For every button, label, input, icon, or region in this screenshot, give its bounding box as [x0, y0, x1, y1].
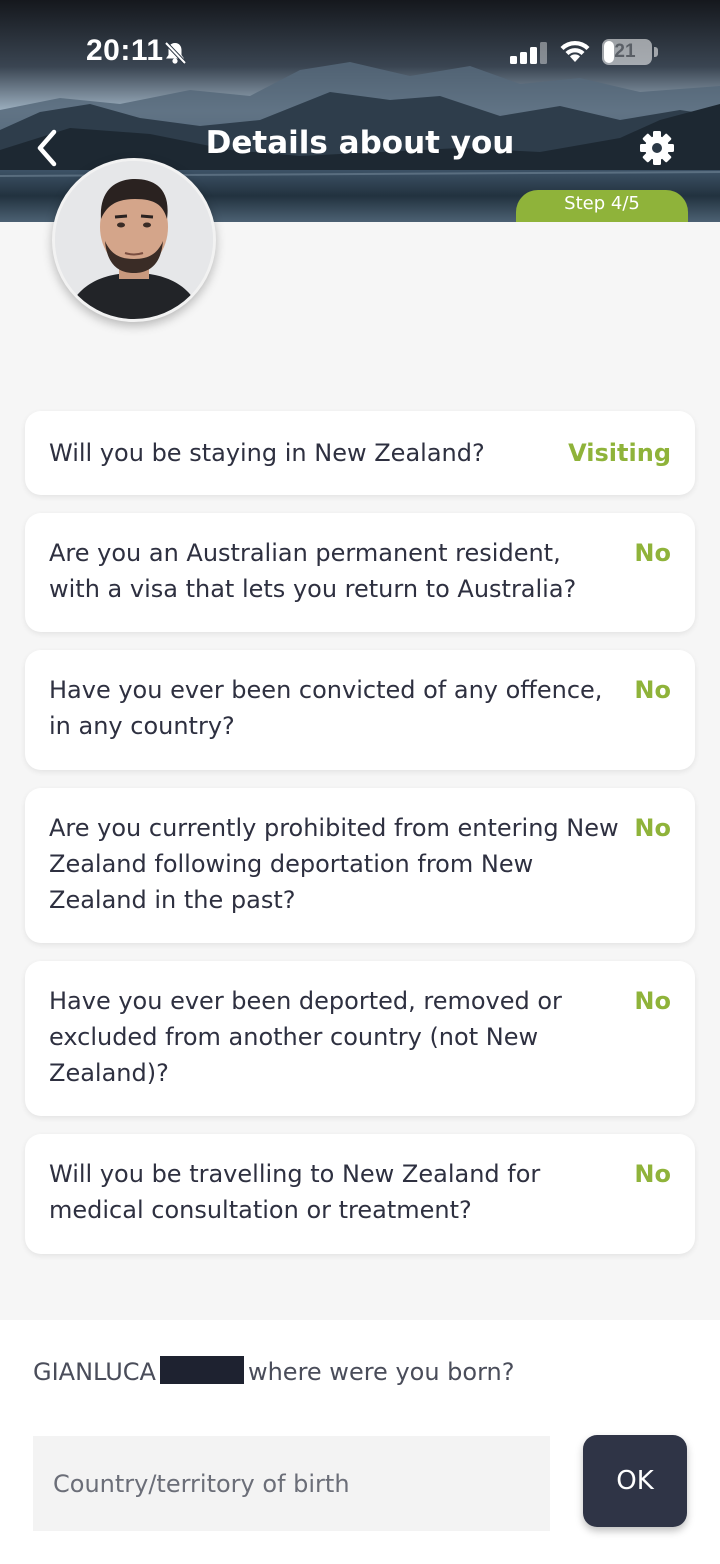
- country-of-birth-input[interactable]: [33, 1436, 550, 1531]
- question-text: Will you be travelling to New Zealand fo…: [49, 1160, 541, 1224]
- gear-icon[interactable]: [636, 127, 678, 169]
- ok-button[interactable]: OK: [583, 1435, 687, 1527]
- question-card-medical[interactable]: Will you be travelling to New Zealand fo…: [25, 1134, 695, 1254]
- answer-value: Visiting: [568, 439, 671, 467]
- question-card-convicted[interactable]: Have you ever been convicted of any offe…: [25, 650, 695, 770]
- first-name: GIANLUCA: [33, 1358, 156, 1386]
- question-text: Will you be staying in New Zealand?: [49, 439, 485, 467]
- battery-indicator: 21: [602, 39, 652, 65]
- question-text: Are you an Australian permanent resident…: [49, 539, 577, 603]
- answer-value: No: [634, 987, 671, 1015]
- answer-value: No: [634, 1160, 671, 1188]
- question-text: Have you ever been deported, removed or …: [49, 987, 562, 1087]
- avatar: [52, 158, 216, 322]
- question-text: Have you ever been convicted of any offe…: [49, 676, 603, 740]
- question-text: Are you currently prohibited from enteri…: [49, 814, 619, 914]
- page-title: Details about you: [205, 125, 515, 161]
- birthplace-panel: GIANLUCA where were you born? OK: [0, 1320, 720, 1564]
- step-indicator: Step 4/5: [516, 190, 688, 222]
- battery-nub: [654, 47, 658, 57]
- question-card-staying[interactable]: Will you be staying in New Zealand? Visi…: [25, 411, 695, 495]
- status-time: 20:11: [86, 34, 164, 67]
- answer-value: No: [634, 539, 671, 567]
- wifi-icon: [560, 40, 590, 62]
- question-card-australian-resident[interactable]: Are you an Australian permanent resident…: [25, 513, 695, 632]
- bell-slash-icon: [164, 41, 187, 65]
- battery-percent: 21: [614, 41, 636, 62]
- answer-value: No: [634, 814, 671, 842]
- answer-value: No: [634, 676, 671, 704]
- question-card-deported[interactable]: Have you ever been deported, removed or …: [25, 961, 695, 1116]
- prompt-question: where were you born?: [247, 1358, 515, 1386]
- birthplace-prompt: GIANLUCA where were you born?: [33, 1356, 514, 1386]
- profile-photo: [55, 161, 213, 319]
- redacted-surname: [159, 1356, 244, 1384]
- question-card-prohibited[interactable]: Are you currently prohibited from enteri…: [25, 788, 695, 943]
- cellular-signal-icon: [510, 42, 547, 64]
